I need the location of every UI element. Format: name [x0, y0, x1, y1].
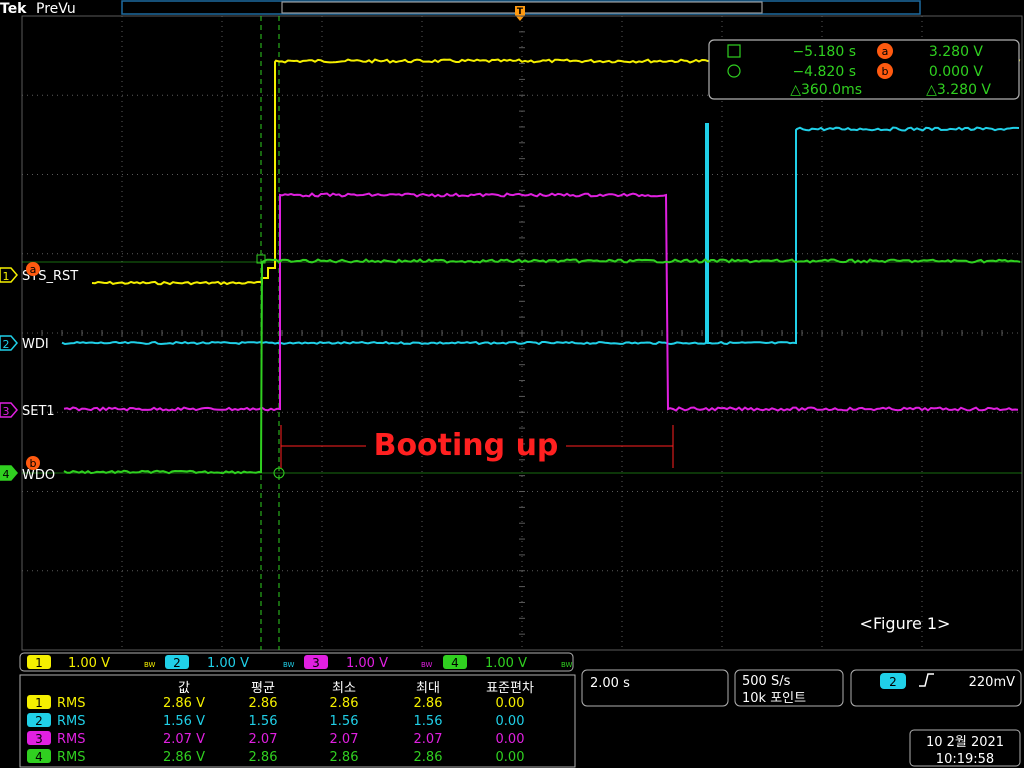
timebase-box[interactable]: 2.00 s	[581, 669, 729, 707]
row-value: 1.56	[414, 714, 443, 729]
ch2-marker[interactable]: 2	[0, 335, 18, 351]
horizontal-scale: 2.00 s	[590, 676, 630, 691]
row-channel: 4	[35, 750, 43, 764]
row-value: 2.86	[249, 696, 278, 711]
row-value: 0.00	[496, 732, 525, 747]
sample-rate: 500 S/s	[742, 674, 791, 689]
row-type: RMS	[57, 696, 86, 711]
row-value: 1.56	[249, 714, 278, 729]
row-value: 2.07	[330, 732, 359, 747]
row-value: 2.86	[330, 696, 359, 711]
date-label: 10 2월 2021	[926, 735, 1004, 750]
top-bar: Tek PreVu T	[0, 0, 921, 21]
row-value: 2.86	[414, 696, 443, 711]
svg-text:1.00 V: 1.00 V	[346, 656, 388, 671]
row-value: 2.86 V	[163, 750, 205, 765]
row-value: 0.00	[496, 696, 525, 711]
row-value: 2.07	[249, 732, 278, 747]
svg-text:4: 4	[451, 656, 459, 670]
row-value: 2.86 V	[163, 696, 205, 711]
row-value: 2.86	[414, 750, 443, 765]
delta-volt: △3.280 V	[926, 82, 991, 98]
delta-time: △360.0ms	[790, 82, 862, 98]
svg-text:1: 1	[3, 270, 10, 283]
row-channel: 1	[35, 696, 43, 710]
svg-text:BW: BW	[561, 661, 573, 669]
row-value: 0.00	[496, 750, 525, 765]
svg-text:3: 3	[312, 656, 320, 670]
svg-text:2: 2	[889, 675, 897, 689]
svg-text:2: 2	[3, 338, 10, 351]
cursor-a-volt: 3.280 V	[929, 44, 984, 60]
svg-text:4: 4	[3, 468, 10, 481]
vertical-scale-bar[interactable]: 1 1.00 V BW 2 1.00 V BW 3 1.00 V BW 4 1.…	[19, 652, 574, 672]
svg-text:1: 1	[35, 656, 43, 670]
cursor-a-badge: a	[26, 262, 40, 276]
svg-text:BW: BW	[144, 661, 156, 669]
row-channel: 2	[35, 714, 43, 728]
ch2-label: WDI	[22, 337, 49, 352]
measurement-header: 값	[178, 681, 190, 696]
trigger-level: 220mV	[969, 675, 1015, 690]
svg-text:a: a	[882, 45, 889, 58]
trigger-box[interactable]: 2 220mV	[850, 669, 1022, 707]
booting-annotation: Booting up	[280, 425, 674, 468]
svg-text:b: b	[882, 65, 889, 78]
svg-text:1.00 V: 1.00 V	[68, 656, 110, 671]
graticule	[21, 15, 1023, 651]
figure-label: <Figure 1>	[860, 614, 951, 633]
cursor-b-volt: 0.000 V	[929, 64, 984, 80]
mode-label: PreVu	[36, 1, 76, 17]
trigger-position-icon[interactable]: T	[515, 6, 525, 21]
ch4-label: WDO	[22, 468, 55, 483]
svg-text:1.00 V: 1.00 V	[485, 656, 527, 671]
oscilloscope-screen: Tek PreVu T 1 SYS_RST a 2 WDI 3 SET1 4 W…	[0, 0, 1023, 768]
cursor-b-badge: b	[26, 456, 40, 470]
svg-text:b: b	[30, 457, 37, 470]
measurement-header: 최대	[416, 681, 440, 696]
ch2-waveform	[61, 123, 1020, 346]
record-length: 10k 포인트	[742, 691, 806, 706]
ch3-marker[interactable]: 3	[0, 402, 18, 418]
row-type: RMS	[57, 732, 86, 747]
cursor-a-time: −5.180 s	[792, 44, 856, 60]
brand-label: Tek	[0, 1, 27, 17]
svg-text:BW: BW	[421, 661, 433, 669]
booting-up-label: Booting up	[374, 428, 559, 463]
measurement-header: 최소	[332, 681, 356, 696]
row-channel: 3	[35, 732, 43, 746]
row-value: 1.56 V	[163, 714, 205, 729]
datetime-box: 10 2월 2021 10:19:58	[909, 729, 1021, 767]
svg-text:BW: BW	[283, 661, 295, 669]
waveforms	[61, 58, 1021, 475]
row-type: RMS	[57, 750, 86, 765]
cursor-b-time: −4.820 s	[792, 64, 856, 80]
row-value: 0.00	[496, 714, 525, 729]
cursor-readout-panel[interactable]: −5.180 s a 3.280 V −4.820 s b 0.000 V △3…	[708, 39, 1020, 100]
svg-text:1.00 V: 1.00 V	[207, 656, 249, 671]
row-value: 2.07 V	[163, 732, 205, 747]
ch4-marker[interactable]: 4	[0, 465, 18, 481]
row-value: 1.56	[330, 714, 359, 729]
measurement-header: 평균	[251, 681, 275, 696]
svg-text:3: 3	[3, 405, 10, 418]
row-value: 2.86	[249, 750, 278, 765]
svg-text:2: 2	[173, 656, 181, 670]
row-value: 2.86	[330, 750, 359, 765]
svg-text:a: a	[30, 263, 37, 276]
ch1-marker[interactable]: 1	[0, 267, 18, 283]
measurement-header: 표준편차	[486, 681, 534, 696]
channel-markers: 1 SYS_RST a 2 WDI 3 SET1 4 WDO b	[0, 262, 78, 483]
row-value: 2.07	[414, 732, 443, 747]
ch3-label: SET1	[22, 404, 55, 419]
row-type: RMS	[57, 714, 86, 729]
time-label: 10:19:58	[936, 752, 994, 767]
ch3-waveform	[63, 192, 1019, 412]
measurement-table[interactable]: 값 평균 최소 최대 표준편차 1 RMS 2.86 V 2.86 2.86 2.86 0.002 R…	[19, 674, 576, 768]
acquisition-box[interactable]: 500 S/s 10k 포인트	[734, 669, 844, 707]
